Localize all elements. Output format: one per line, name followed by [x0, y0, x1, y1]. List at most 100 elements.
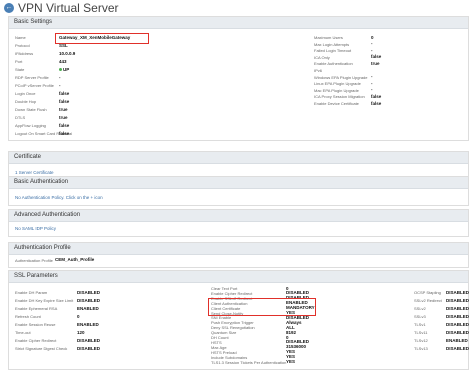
section-title: Authentication Profile: [14, 245, 71, 251]
login-once-label: Login Once: [15, 91, 36, 96]
state-text: UP: [63, 66, 70, 72]
strict-signature-digest-check-value: DISABLED: [77, 345, 101, 351]
enable-session-reuse-label: Enable Session Reuse: [15, 322, 56, 327]
rdp-server-profile-value: -: [59, 74, 61, 80]
tls1-3-session-tickets-per-authentication-label: TLS1.3 Session Tickets Per Authenticatio…: [211, 359, 287, 365]
sslv2-label: SSLv2: [414, 306, 426, 311]
logout-on-smart-card-removal-value: false: [59, 130, 70, 136]
back-arrow-icon[interactable]: ←: [4, 3, 14, 13]
auth-profile-label: Authentication Profile: [15, 258, 53, 263]
linux-epa-plugin-upgrade-label: Linux EPA Plugin Upgrade: [314, 81, 361, 87]
windows-epa-plugin-upgrade-value: -: [371, 74, 373, 80]
windows-epa-plugin-upgrade-label: Windows EPA Plugin Upgrade: [314, 74, 368, 80]
ipv6-label: IPv6: [314, 68, 323, 73]
status-up-icon: [59, 67, 62, 71]
enable-dh-param-label: Enable DH Param: [15, 290, 48, 295]
tlsv1-label: TLSv1: [414, 322, 426, 327]
max-login-attempts-label: Max Login Attempts: [314, 41, 350, 47]
advanced-authentication-section: Advanced Authentication No SAML IDP Poli…: [8, 209, 469, 237]
ica-only-label: ICA Only: [314, 54, 330, 60]
linux-epa-plugin-upgrade-value: -: [371, 80, 373, 86]
tlsv12-label: TLSv12: [414, 338, 428, 343]
enable-cipher-redirect-label: Enable Cipher Redirect: [15, 338, 57, 343]
tls1-3-session-tickets-per-authentication-value: YES: [286, 359, 296, 364]
section-title: SSL Parameters: [14, 273, 58, 279]
refresh-count-value: 0: [77, 313, 80, 319]
failed-login-timeout-value: -: [371, 47, 373, 53]
saml-idp-policy-link[interactable]: No SAML IDP Policy: [15, 226, 56, 231]
state-value: UP: [59, 67, 69, 72]
auth-profile-value: CEM_Auth_Profile: [55, 257, 95, 262]
enable-authentication-value: true: [371, 60, 380, 66]
enable-dh-key-expire-size-limit-label: Enable DH Key Expire Size Limit: [15, 298, 74, 303]
state-label: State: [15, 67, 25, 72]
enable-dh-param-value: DISABLED: [77, 289, 101, 295]
sslv2-redirect-label: SSLv2 Redirect: [414, 298, 442, 303]
refresh-count-label: Refresh Count: [15, 314, 41, 319]
port-label: Port: [15, 59, 23, 64]
tlsv12-value: ENABLED: [446, 337, 468, 343]
section-header[interactable]: Basic Settings: [9, 17, 468, 29]
time-out-label: Time-out: [15, 330, 31, 335]
appflow-logging-label: AppFlow Logging: [15, 123, 46, 128]
name-highlight-box: [55, 33, 149, 44]
section-header[interactable]: Advanced Authentication: [9, 210, 468, 222]
ica-proxy-session-migration-value: false: [371, 93, 382, 99]
strict-signature-digest-check-label: Strict Signature Digest Check: [15, 346, 68, 351]
ica-only-value: false: [371, 54, 382, 60]
section-title: Advanced Authentication: [14, 212, 81, 218]
section-header[interactable]: Authentication Profile: [9, 243, 468, 255]
sslv3-label: SSLv3: [414, 314, 426, 319]
tlsv13-label: TLSv13: [414, 346, 428, 351]
section-header[interactable]: Basic Authentication: [9, 177, 468, 189]
enable-ephemeral-rsa-label: Enable Ephemeral RSA: [15, 306, 58, 311]
top-bar: ← VPN Virtual Server: [0, 0, 474, 16]
protocol-label: Protocol: [15, 43, 30, 48]
enable-session-reuse-value: ENABLED: [77, 321, 99, 327]
section-header[interactable]: SSL Parameters: [9, 271, 468, 283]
down-state-flush-value: true: [59, 106, 68, 112]
down-state-flush-label: Down State Flush: [15, 107, 47, 112]
basic-settings-section: Basic Settings Name Gateway_XM_XenMobileG…: [8, 16, 469, 141]
tlsv1-value: DISABLED: [446, 321, 470, 327]
authentication-profile-section: Authentication Profile Authentication Pr…: [8, 242, 469, 268]
dtls-value: true: [59, 114, 68, 120]
tlsv13-value: DISABLED: [446, 345, 470, 351]
double-hop-value: false: [59, 98, 70, 104]
basic-authentication-section: Basic Authentication No Authentication P…: [8, 176, 469, 206]
client-auth-highlight-box: [208, 298, 316, 316]
dtls-label: DTLS: [15, 115, 26, 120]
double-hop-label: Double Hop: [15, 99, 37, 104]
max-login-attempts-value: -: [371, 41, 373, 47]
ssl-parameters-section: SSL Parameters Enable DH Param DISABLED En…: [8, 270, 469, 370]
login-once-value: false: [59, 90, 70, 96]
section-title: Basic Settings: [14, 19, 53, 25]
sslv3-value: DISABLED: [446, 313, 470, 319]
section-header[interactable]: Certificate: [9, 152, 468, 164]
ipaddress-value: 10.0.0.9: [59, 50, 76, 56]
failed-login-timeout-label: Failed Login Timeout: [314, 48, 352, 54]
mac-epa-plugin-upgrade-label: Mac EPA Plugin Upgrade: [314, 87, 359, 93]
enable-authentication-label: Enable Authentication: [314, 61, 353, 67]
enable-ephemeral-rsa-value: ENABLED: [77, 305, 99, 311]
add-basic-auth-hint[interactable]: No Authentication Policy. Click on the +…: [15, 195, 103, 200]
pcoip-vserver-profile-label: PCoIP vServer Profile: [15, 83, 54, 88]
enable-device-certificate-value: false: [371, 100, 382, 106]
mac-epa-plugin-upgrade-value: -: [371, 87, 373, 93]
ocsp-stapling-label: OCSP Stapling: [414, 290, 441, 295]
server-certificate-link[interactable]: 1 Server Certificate: [15, 170, 54, 175]
maximum-users-value: 0: [371, 34, 374, 40]
ipaddress-label: IPAddress: [15, 51, 34, 56]
sslv2-value: DISABLED: [446, 305, 470, 311]
appflow-logging-value: false: [59, 122, 70, 128]
tlsv11-label: TLSv11: [414, 330, 428, 335]
section-title: Basic Authentication: [14, 179, 69, 185]
rdp-server-profile-label: RDP Server Profile: [15, 75, 49, 80]
name-label: Name: [15, 35, 26, 40]
sslv2-redirect-value: DISABLED: [446, 297, 470, 303]
pcoip-vserver-profile-value: -: [59, 82, 61, 88]
page-title: VPN Virtual Server: [18, 1, 119, 15]
ica-proxy-session-migration-label: ICA Proxy Session Migration: [314, 94, 365, 100]
time-out-value: 120: [77, 329, 85, 335]
enable-cipher-redirect-value: DISABLED: [77, 337, 101, 343]
